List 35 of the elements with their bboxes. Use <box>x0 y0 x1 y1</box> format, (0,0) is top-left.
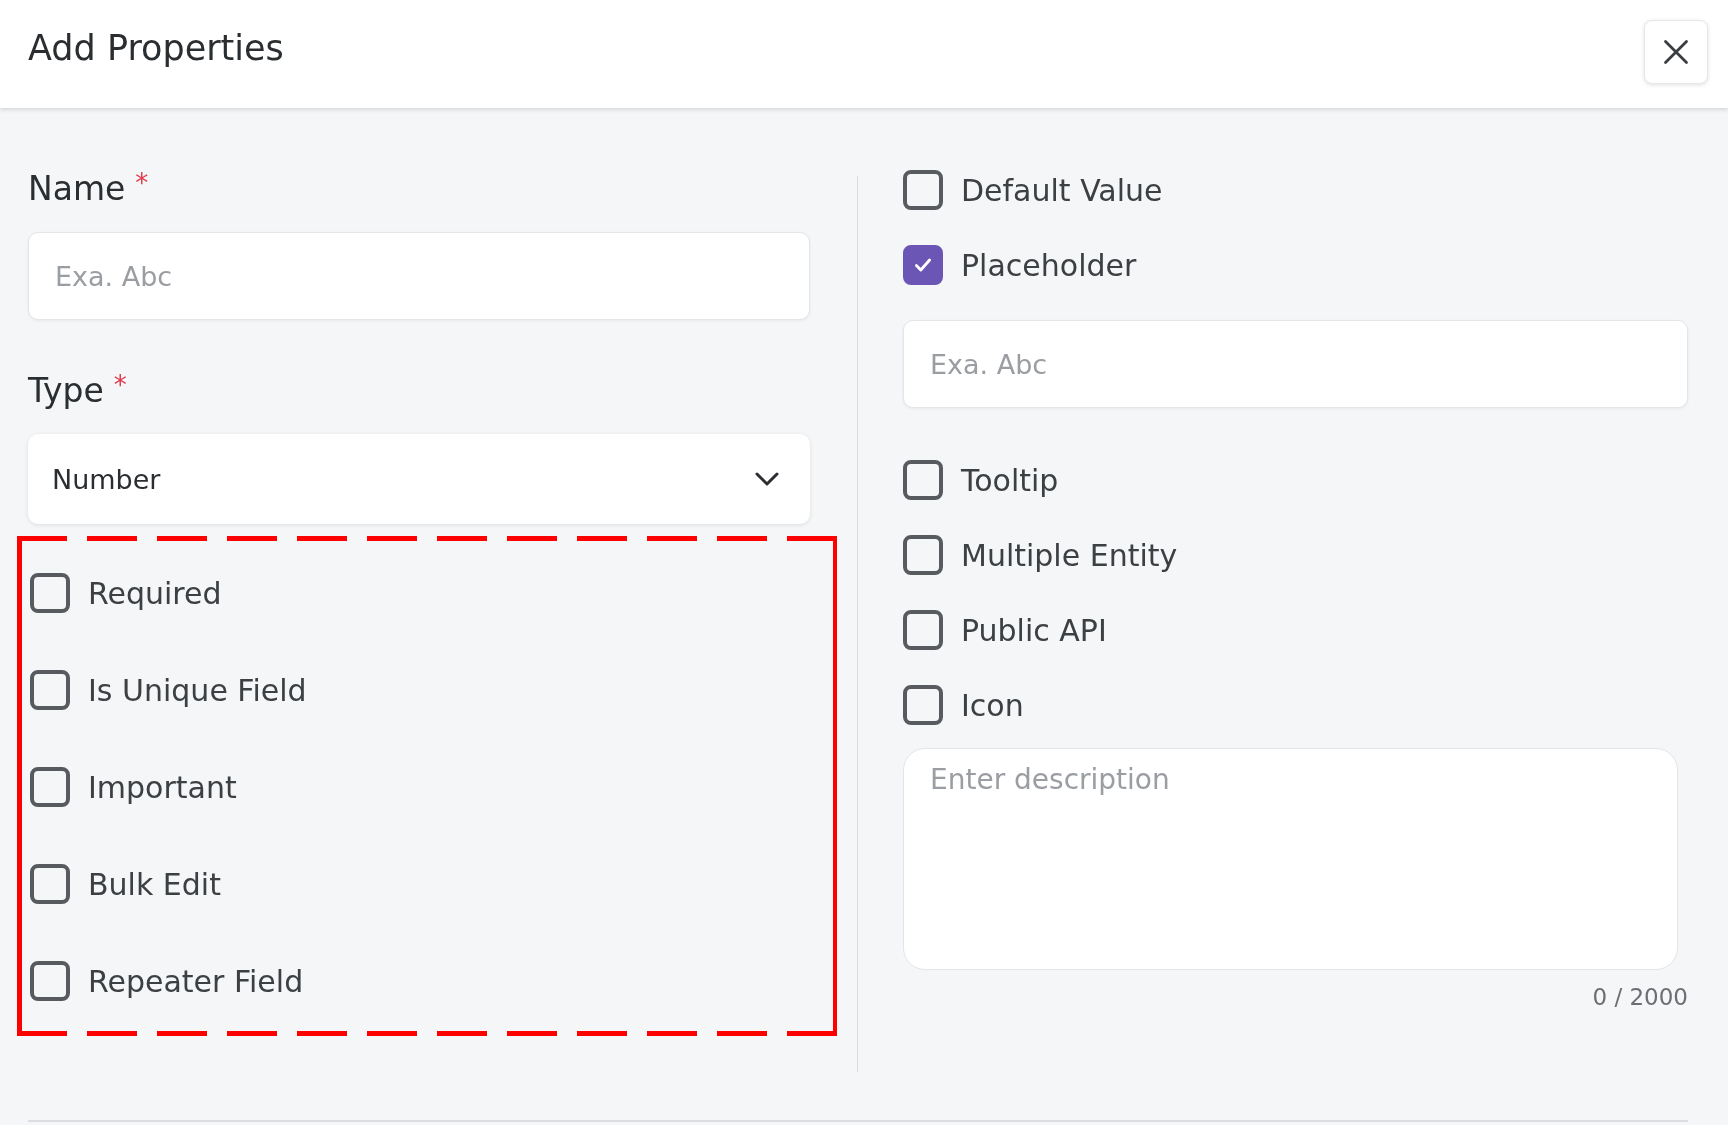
checkbox-label: Public API <box>961 612 1107 648</box>
close-icon <box>1662 38 1690 66</box>
checkbox-label: Important <box>88 769 237 805</box>
checkbox[interactable] <box>903 460 943 500</box>
type-dropdown[interactable]: Number <box>28 434 810 524</box>
checkbox[interactable] <box>903 610 943 650</box>
character-counter: 0 / 2000 <box>1592 984 1688 1010</box>
name-input[interactable]: Exa. Abc <box>28 232 810 320</box>
checkbox-label: Is Unique Field <box>88 672 307 708</box>
checkbox[interactable] <box>903 535 943 575</box>
checkbox-label: Required <box>88 575 222 611</box>
placeholder-input[interactable]: Exa. Abc <box>903 320 1688 408</box>
checkbox-label: Bulk Edit <box>88 866 221 902</box>
checkbox-label: Default Value <box>961 172 1163 208</box>
checkbox-label: Icon <box>961 687 1024 723</box>
checkbox[interactable] <box>30 767 70 807</box>
checkbox-label: Multiple Entity <box>961 537 1178 573</box>
close-button[interactable] <box>1644 20 1708 84</box>
checkbox-label: Placeholder <box>961 247 1137 283</box>
checkbox[interactable] <box>30 961 70 1001</box>
required-mark: * <box>135 168 149 198</box>
checkbox-label: Repeater Field <box>88 963 304 999</box>
dialog-title: Add Properties <box>28 28 284 68</box>
checkbox-label: Tooltip <box>961 462 1059 498</box>
field-label: Name <box>28 168 126 208</box>
checkbox[interactable] <box>903 685 943 725</box>
description-field[interactable]: Enter description <box>903 748 1678 970</box>
checkbox[interactable] <box>30 670 70 710</box>
required-mark: * <box>113 370 127 400</box>
checkbox[interactable] <box>30 573 70 613</box>
field-label: Type <box>28 370 104 410</box>
checkbox[interactable] <box>903 170 943 210</box>
checkbox[interactable] <box>903 245 943 285</box>
dropdown-value: Number <box>52 463 161 495</box>
checkbox[interactable] <box>30 864 70 904</box>
